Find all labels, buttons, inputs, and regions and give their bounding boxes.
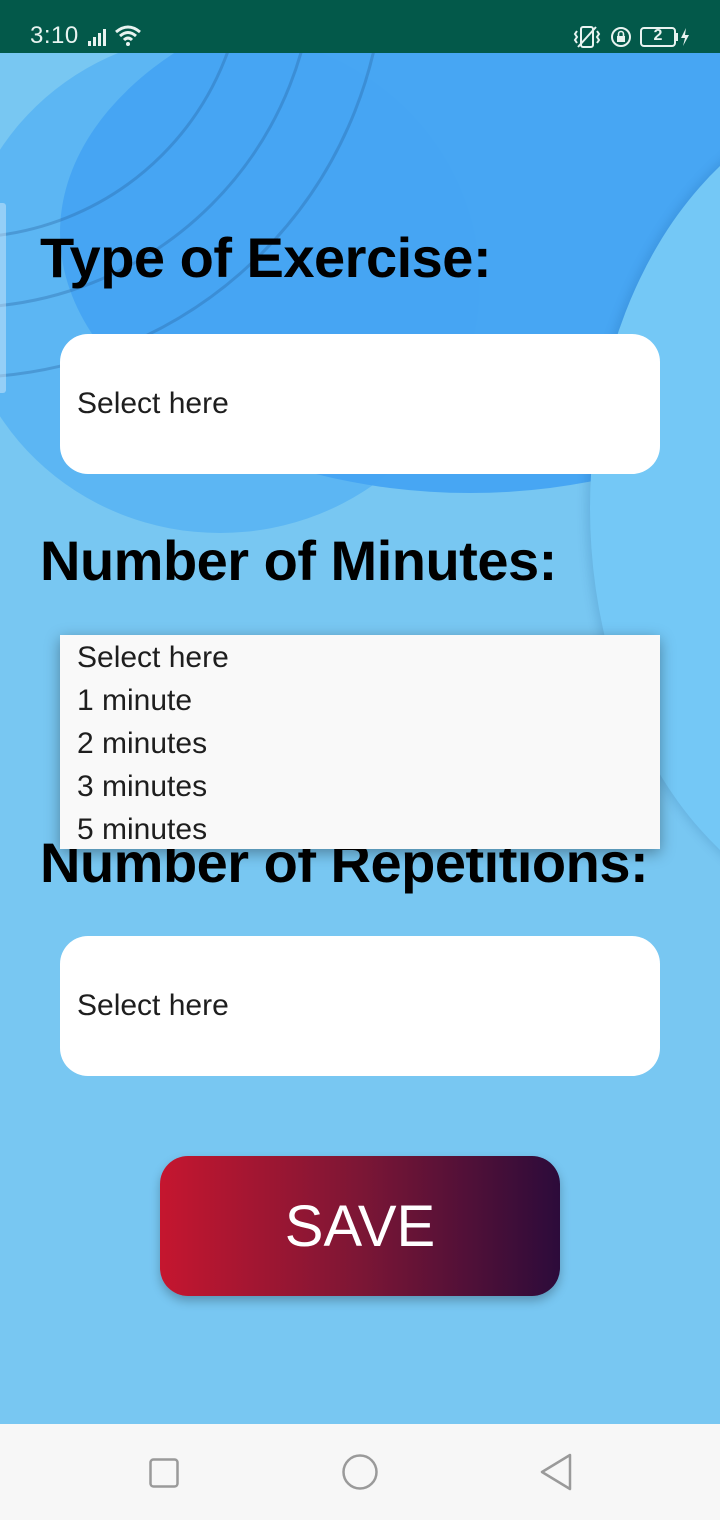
save-button[interactable]: SAVE	[160, 1156, 560, 1296]
battery-level: 2	[653, 27, 663, 44]
back-icon[interactable]	[538, 1452, 574, 1492]
exercise-type-select[interactable]: Select here	[60, 334, 660, 474]
exercise-type-value: Select here	[77, 387, 229, 420]
minutes-option[interactable]: 2 minutes	[60, 721, 660, 764]
exercise-type-heading: Type of Exercise:	[40, 226, 492, 289]
minutes-option[interactable]: Select here	[60, 635, 660, 678]
minutes-option[interactable]: 1 minute	[60, 678, 660, 721]
minutes-option[interactable]: 3 minutes	[60, 764, 660, 807]
home-icon[interactable]	[341, 1453, 379, 1491]
minutes-dropdown-list[interactable]: Select here 1 minute 2 minutes 3 minutes…	[60, 635, 660, 849]
rotation-lock-icon	[611, 27, 631, 47]
charging-icon	[681, 28, 689, 46]
status-bar: 3:10 2	[0, 0, 720, 53]
repetitions-value: Select here	[77, 989, 229, 1022]
vibrate-icon	[573, 26, 601, 48]
edge-handle[interactable]	[0, 203, 6, 393]
signal-icon	[88, 29, 106, 46]
wifi-icon	[115, 25, 141, 46]
minutes-heading: Number of Minutes:	[40, 529, 557, 592]
minutes-option[interactable]: 5 minutes	[60, 807, 660, 849]
status-time: 3:10	[30, 22, 79, 49]
recent-apps-icon[interactable]	[149, 1458, 179, 1488]
repetitions-select[interactable]: Select here	[60, 936, 660, 1076]
